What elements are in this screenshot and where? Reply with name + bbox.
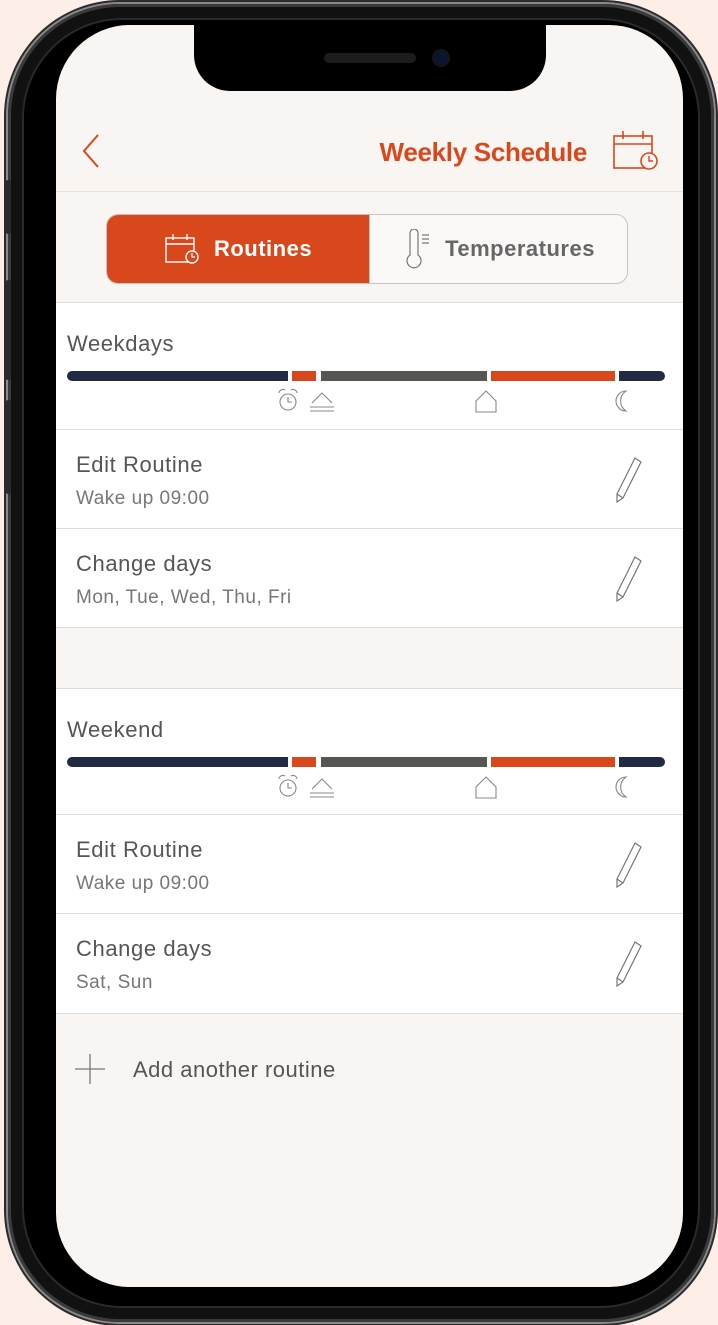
timeline-icons — [56, 387, 683, 417]
home-icon — [475, 390, 497, 413]
tab-routines-label: Routines — [213, 236, 313, 261]
timeline-wake — [292, 371, 316, 381]
pencil-icon — [616, 457, 642, 504]
timeline-home — [491, 757, 615, 767]
tab-temperatures[interactable]: Temperatures — [369, 215, 627, 283]
calendar-button[interactable] — [611, 127, 659, 175]
pencil-icon — [616, 941, 642, 988]
home-icon — [475, 776, 497, 799]
moon-icon — [615, 390, 628, 412]
change-days-row[interactable]: Change days Mon, Tue, Wed, Thu, Fri — [56, 528, 683, 627]
volume-up-button — [6, 280, 11, 380]
tab-routines[interactable]: Routines — [107, 215, 369, 283]
weekend-section: Weekend Edit Routine Wake up 09:00 Chang… — [56, 688, 683, 1014]
back-button[interactable] — [76, 131, 106, 171]
row-title: Edit Routine — [76, 837, 204, 862]
section-title: Weekdays — [67, 331, 175, 356]
pencil-icon — [616, 556, 642, 603]
sunrise-icon — [310, 778, 334, 798]
weekdays-section: Weekdays Edit Routine Wake up 09:00 Chan… — [56, 302, 683, 628]
add-routine-label: Add another routine — [133, 1057, 336, 1082]
alarm-clock-icon — [278, 388, 298, 411]
row-subtitle: Mon, Tue, Wed, Thu, Fri — [76, 587, 292, 608]
timeline-wake — [292, 757, 316, 767]
edit-routine-row[interactable]: Edit Routine Wake up 09:00 — [56, 814, 683, 913]
timeline-sleep — [67, 757, 288, 767]
timeline-home — [491, 371, 615, 381]
calendar-clock-icon — [613, 131, 658, 170]
timeline-night — [619, 371, 665, 381]
timeline-icons — [56, 773, 683, 803]
row-subtitle: Wake up 09:00 — [76, 488, 210, 509]
plus-icon — [75, 1054, 105, 1084]
row-title: Edit Routine — [76, 452, 204, 477]
moon-icon — [615, 776, 628, 798]
page-title: Weekly Schedule — [379, 137, 588, 167]
routine-timeline — [67, 757, 665, 767]
pencil-icon — [616, 842, 642, 889]
app-screen: Weekly Schedule Routines Temperatures We… — [56, 25, 683, 1287]
add-routine-button[interactable]: Add another routine — [56, 1033, 683, 1103]
alarm-clock-icon — [278, 774, 298, 797]
row-subtitle: Wake up 09:00 — [76, 873, 210, 894]
calendar-clock-icon — [165, 234, 199, 264]
silent-switch — [6, 180, 11, 234]
volume-down-button — [6, 400, 11, 494]
routine-timeline — [67, 371, 665, 381]
timeline-night — [619, 757, 665, 767]
timeline-sleep — [67, 371, 288, 381]
speaker — [324, 53, 416, 63]
row-title: Change days — [76, 551, 213, 576]
change-days-row[interactable]: Change days Sat, Sun — [56, 913, 683, 1012]
tab-temperatures-label: Temperatures — [445, 236, 595, 261]
section-title: Weekend — [67, 717, 164, 742]
edit-routine-row[interactable]: Edit Routine Wake up 09:00 — [56, 429, 683, 528]
view-switcher: Routines Temperatures — [106, 214, 628, 284]
camera — [434, 51, 448, 65]
row-subtitle: Sat, Sun — [76, 972, 153, 993]
sunrise-icon — [310, 392, 334, 412]
header: Weekly Schedule — [56, 117, 683, 192]
row-title: Change days — [76, 936, 213, 961]
notch — [194, 25, 546, 91]
timeline-away — [321, 371, 487, 381]
chevron-left-icon — [82, 134, 99, 168]
timeline-away — [321, 757, 487, 767]
thermometer-icon — [406, 229, 430, 269]
